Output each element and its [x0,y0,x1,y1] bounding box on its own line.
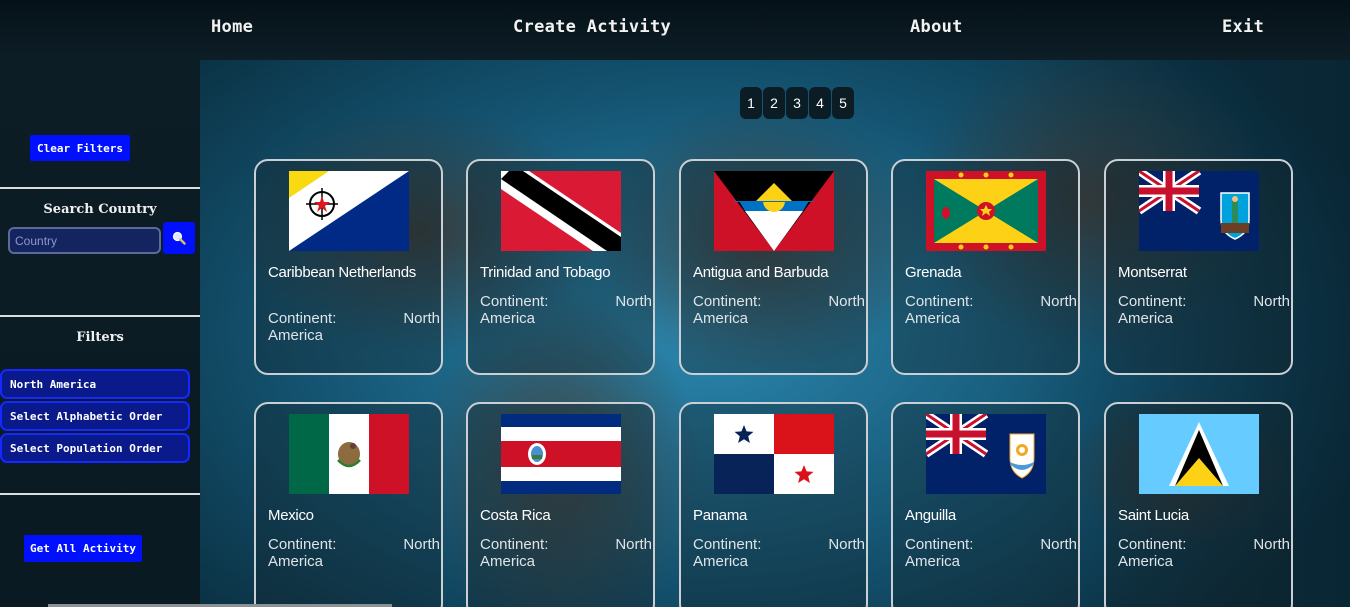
continent-value: North [828,536,865,553]
continent-label: Continent: [268,310,337,327]
continent-value: North [615,293,652,310]
page-3-button[interactable]: 3 [786,87,808,119]
continent-info: Continent: North America [693,293,865,327]
page-1-button[interactable]: 1 [740,87,762,119]
continent-label: Continent: [1118,536,1187,553]
continent-label: Continent: [693,293,762,310]
antigua-flag [714,171,834,251]
mexico-flag [289,414,409,494]
country-name: Saint Lucia [1118,507,1189,524]
nav-create-activity-link[interactable]: Create Activity [513,17,671,37]
continent-value: America [268,327,324,344]
search-country-input[interactable] [8,227,161,254]
continent-value: America [1118,553,1174,570]
country-card[interactable]: Grenada Continent: North America [891,159,1080,375]
nav-home-link[interactable]: Home [211,17,253,37]
country-card[interactable]: Saint Lucia Continent: North America [1104,402,1293,607]
bonaire-flag [289,171,409,251]
continent-filter-select[interactable]: North America [0,369,190,399]
continent-value: North [403,536,440,553]
page-4-button[interactable]: 4 [809,87,831,119]
continent-value: North [615,536,652,553]
country-name: Grenada [905,264,962,281]
search-button[interactable] [163,222,195,254]
continent-label: Continent: [480,293,549,310]
continent-info: Continent: North America [905,293,1077,327]
page-2-button[interactable]: 2 [763,87,785,119]
alphabetic-order-select[interactable]: Select Alphabetic Order [0,401,190,431]
continent-value: North [828,293,865,310]
continent-label: Continent: [905,536,974,553]
continent-value: North [1040,536,1077,553]
country-card[interactable]: Antigua and Barbuda Continent: North Ame… [679,159,868,375]
continent-value: America [905,553,961,570]
country-card[interactable]: Montserrat Continent: North America [1104,159,1293,375]
continent-label: Continent: [480,536,549,553]
country-name: Anguilla [905,507,956,524]
continent-value: America [905,310,961,327]
country-name: Caribbean Netherlands [268,264,416,281]
continent-label: Continent: [905,293,974,310]
continent-value: North [1253,293,1290,310]
panama-flag [714,414,834,494]
continent-info: Continent: North America [1118,536,1290,570]
continent-value: America [480,310,536,327]
population-order-select[interactable]: Select Population Order [0,433,190,463]
costa-rica-flag [501,414,621,494]
filters-title: Filters [76,330,124,345]
continent-value: America [693,553,749,570]
anguilla-flag [926,414,1046,494]
continent-value: North [403,310,440,327]
country-card[interactable]: Trinidad and Tobago Continent: North Ame… [466,159,655,375]
search-icon [172,231,186,245]
country-card[interactable]: Costa Rica Continent: North America [466,402,655,607]
country-name: Antigua and Barbuda [693,264,829,281]
continent-info: Continent: North America [480,293,652,327]
continent-label: Continent: [1118,293,1187,310]
country-card[interactable]: Caribbean Netherlands Continent: North A… [254,159,443,375]
clear-filters-button[interactable]: Clear Filters [30,135,130,161]
nav-about-link[interactable]: About [910,17,963,37]
page-5-button[interactable]: 5 [832,87,854,119]
continent-value: North [1253,536,1290,553]
country-name: Costa Rica [480,507,551,524]
country-name: Trinidad and Tobago [480,264,611,281]
continent-info: Continent: North America [693,536,865,570]
sidebar-divider [0,187,200,189]
montserrat-flag [1139,171,1259,251]
country-card[interactable]: Mexico Continent: North America [254,402,443,607]
pagination: 1 2 3 4 5 [740,87,854,119]
continent-info: Continent: North America [480,536,652,570]
continent-info: Continent: North America [1118,293,1290,327]
continent-info: Continent: North America [268,310,440,344]
continent-value: America [480,553,536,570]
country-card[interactable]: Panama Continent: North America [679,402,868,607]
country-name: Mexico [268,507,314,524]
trinidad-flag [501,171,621,251]
country-card[interactable]: Anguilla Continent: North America [891,402,1080,607]
continent-label: Continent: [268,536,337,553]
sidebar-divider [0,315,200,317]
continent-label: Continent: [693,536,762,553]
continent-info: Continent: North America [905,536,1077,570]
top-nav: Home Create Activity About Exit [0,0,1350,60]
country-name: Panama [693,507,748,524]
continent-value: America [1118,310,1174,327]
continent-info: Continent: North America [268,536,440,570]
sidebar-divider [0,493,200,495]
continent-value: North [1040,293,1077,310]
search-country-title: Search Country [43,202,157,217]
country-name: Montserrat [1118,264,1187,281]
get-all-activity-button[interactable]: Get All Activity [24,535,142,562]
continent-value: America [268,553,324,570]
saint-lucia-flag [1139,414,1259,494]
nav-exit-link[interactable]: Exit [1222,17,1264,37]
grenada-flag [926,171,1046,251]
continent-value: America [693,310,749,327]
